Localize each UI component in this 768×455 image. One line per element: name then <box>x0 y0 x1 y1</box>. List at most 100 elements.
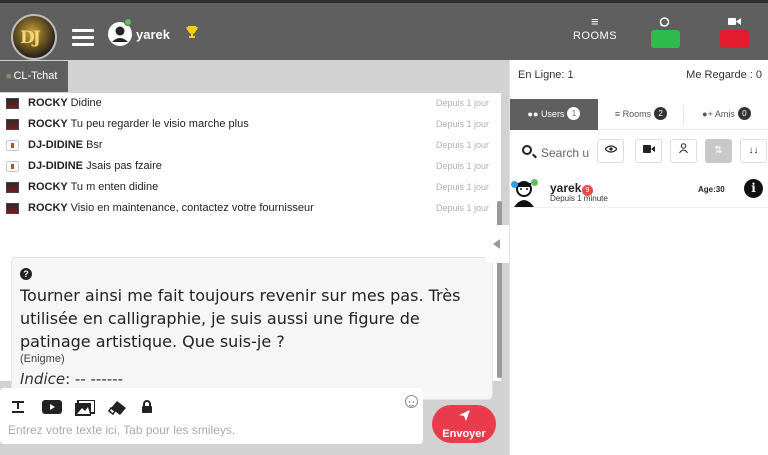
question-icon: ? <box>20 268 32 280</box>
send-button[interactable]: Envoyer <box>432 405 496 443</box>
users-panel: En Ligne: 1 Me Regarde : 0 ●● Users 1 ≡ R… <box>509 60 768 455</box>
user-list-item[interactable]: yarek 9 Depuis 1 minute Age:30 i <box>510 177 768 208</box>
tab-rooms[interactable]: ≡ Rooms 2 <box>598 99 684 130</box>
private-chat-button[interactable] <box>651 17 680 48</box>
search-icon <box>522 145 532 155</box>
message-nick[interactable]: DJ-DIDINE <box>28 160 83 172</box>
user-search-input[interactable] <box>541 144 601 162</box>
users-icon: ●● <box>527 109 539 119</box>
sort-button-active[interactable]: ⇅ <box>705 139 732 163</box>
message-time: Depuis 1 jour <box>435 161 489 171</box>
user-avatar-thumb[interactable] <box>6 161 19 172</box>
message-nick[interactable]: ROCKY <box>28 181 68 193</box>
trophy-icon[interactable] <box>186 26 198 42</box>
tab-users[interactable]: ●● Users 1 <box>510 99 598 130</box>
message-nick[interactable]: ROCKY <box>28 202 68 214</box>
tab-friends-label: Amis <box>714 109 735 119</box>
user-name[interactable]: yarek <box>550 181 581 195</box>
message-time: Depuis 1 jour <box>435 140 489 150</box>
collapse-panel-button[interactable] <box>486 225 509 263</box>
chat-panel: ■ CL-Tchat ROCKY Didine Depuis 1 jour ROC… <box>0 60 509 455</box>
message-nick[interactable]: DJ-DIDINE <box>28 139 83 151</box>
filter-gender-button[interactable] <box>670 139 697 163</box>
message-nick[interactable]: ROCKY <box>28 97 68 109</box>
message-row: DJ-DIDINE Jsais pas fzaire Depuis 1 jour <box>0 156 495 177</box>
avatar[interactable] <box>511 179 538 207</box>
sort-desc-icon: ↓↓ <box>748 145 759 156</box>
info-icon[interactable]: i <box>744 179 763 198</box>
message-nick[interactable]: ROCKY <box>28 118 68 130</box>
user-avatar-thumb[interactable] <box>6 182 19 193</box>
message-text: Visio en maintenance, contactez votre fo… <box>70 202 314 214</box>
user-avatar-thumb[interactable] <box>6 140 19 151</box>
smiley-icon[interactable] <box>405 395 418 408</box>
add-user-icon: ●+ <box>702 109 713 119</box>
message-text: Didine <box>70 97 102 109</box>
message-input[interactable] <box>8 422 416 438</box>
youtube-icon[interactable] <box>42 400 62 416</box>
video-camera-icon <box>642 145 655 153</box>
list-icon: ≡ <box>590 14 600 29</box>
webcam-button[interactable] <box>720 18 749 48</box>
send-label: Envoyer <box>442 428 486 440</box>
text-format-icon[interactable] <box>12 400 24 416</box>
lock-icon[interactable] <box>142 400 152 416</box>
message-text: Tu m enten didine <box>70 181 159 193</box>
hint-value: : -- ------ <box>65 370 123 388</box>
site-logo[interactable]: DJ <box>11 14 57 60</box>
filter-webcam-button[interactable] <box>635 139 662 163</box>
user-avatar-thumb[interactable] <box>6 98 19 109</box>
list-icon: ≡ <box>614 109 621 119</box>
user-age: Age:30 <box>698 185 725 194</box>
message-time: Depuis 1 jour <box>435 119 489 129</box>
rooms-label: ROOMS <box>572 30 618 42</box>
filter-watchers-button[interactable] <box>597 139 624 163</box>
message-text: Bsr <box>86 139 103 151</box>
message-row: ROCKY Tu m enten didine Depuis 1 jour <box>0 177 495 198</box>
tab-rooms-label: Rooms <box>622 109 652 119</box>
riddle-hint: Indice: -- ------ <box>20 370 123 388</box>
riddle-card: ? Tourner ainsi me fait toujours revenir… <box>11 257 493 400</box>
message-list[interactable]: ROCKY Didine Depuis 1 jour ROCKY Tu peu … <box>0 93 501 400</box>
online-status-dot <box>124 18 132 26</box>
close-tab-icon[interactable]: ■ <box>6 71 11 81</box>
riddle-text: Tourner ainsi me fait toujours revenir s… <box>20 286 461 351</box>
message-row: ROCKY Didine Depuis 1 jour <box>0 93 495 114</box>
status-dot <box>511 181 518 188</box>
user-since: Depuis 1 minute <box>550 194 608 203</box>
eraser-icon[interactable] <box>107 400 128 416</box>
message-text: Tu peu regarder le visio marche plus <box>70 118 249 130</box>
menu-icon[interactable] <box>72 29 94 46</box>
message-text: Jsais pas fzaire <box>86 160 162 172</box>
user-avatar-icon[interactable] <box>108 18 132 46</box>
message-time: Depuis 1 jour <box>435 203 489 213</box>
user-icon <box>679 143 688 154</box>
tab-rooms-count: 2 <box>654 107 668 120</box>
image-icon[interactable] <box>75 399 96 416</box>
message-time: Depuis 1 jour <box>435 98 489 108</box>
message-time: Depuis 1 jour <box>435 182 489 192</box>
user-search <box>520 144 601 162</box>
message-composer <box>0 388 423 444</box>
sort-button[interactable]: ↓↓ <box>740 139 767 163</box>
current-username[interactable]: yarek <box>136 27 170 42</box>
tab-users-label: Users <box>540 109 565 119</box>
chat-bubble-icon <box>659 17 670 31</box>
channel-tab-label: CL-Tchat <box>13 70 58 82</box>
user-avatar-thumb[interactable] <box>6 203 19 214</box>
riddle-category: (Enigme) <box>20 353 65 365</box>
sort-icon: ⇅ <box>714 145 723 156</box>
watching-count: Me Regarde : 0 <box>686 69 762 81</box>
paper-plane-icon <box>432 410 496 424</box>
user-avatar-thumb[interactable] <box>6 119 19 130</box>
video-camera-icon <box>728 17 741 29</box>
rooms-button[interactable]: ≡ ROOMS <box>568 15 622 42</box>
tab-friends[interactable]: ●+ Amis 0 <box>684 99 768 130</box>
users-tabs: ●● Users 1 ≡ Rooms 2 ●+ Amis 0 <box>510 99 768 130</box>
top-bar: DJ yarek ≡ ROOMS <box>0 0 768 60</box>
message-row: DJ-DIDINE Bsr Depuis 1 jour <box>0 135 495 156</box>
channel-tab[interactable]: ■ CL-Tchat <box>0 61 68 92</box>
eye-icon <box>603 145 618 153</box>
message-row: ROCKY Visio en maintenance, contactez vo… <box>0 198 495 219</box>
hint-label: Indice <box>20 370 66 388</box>
